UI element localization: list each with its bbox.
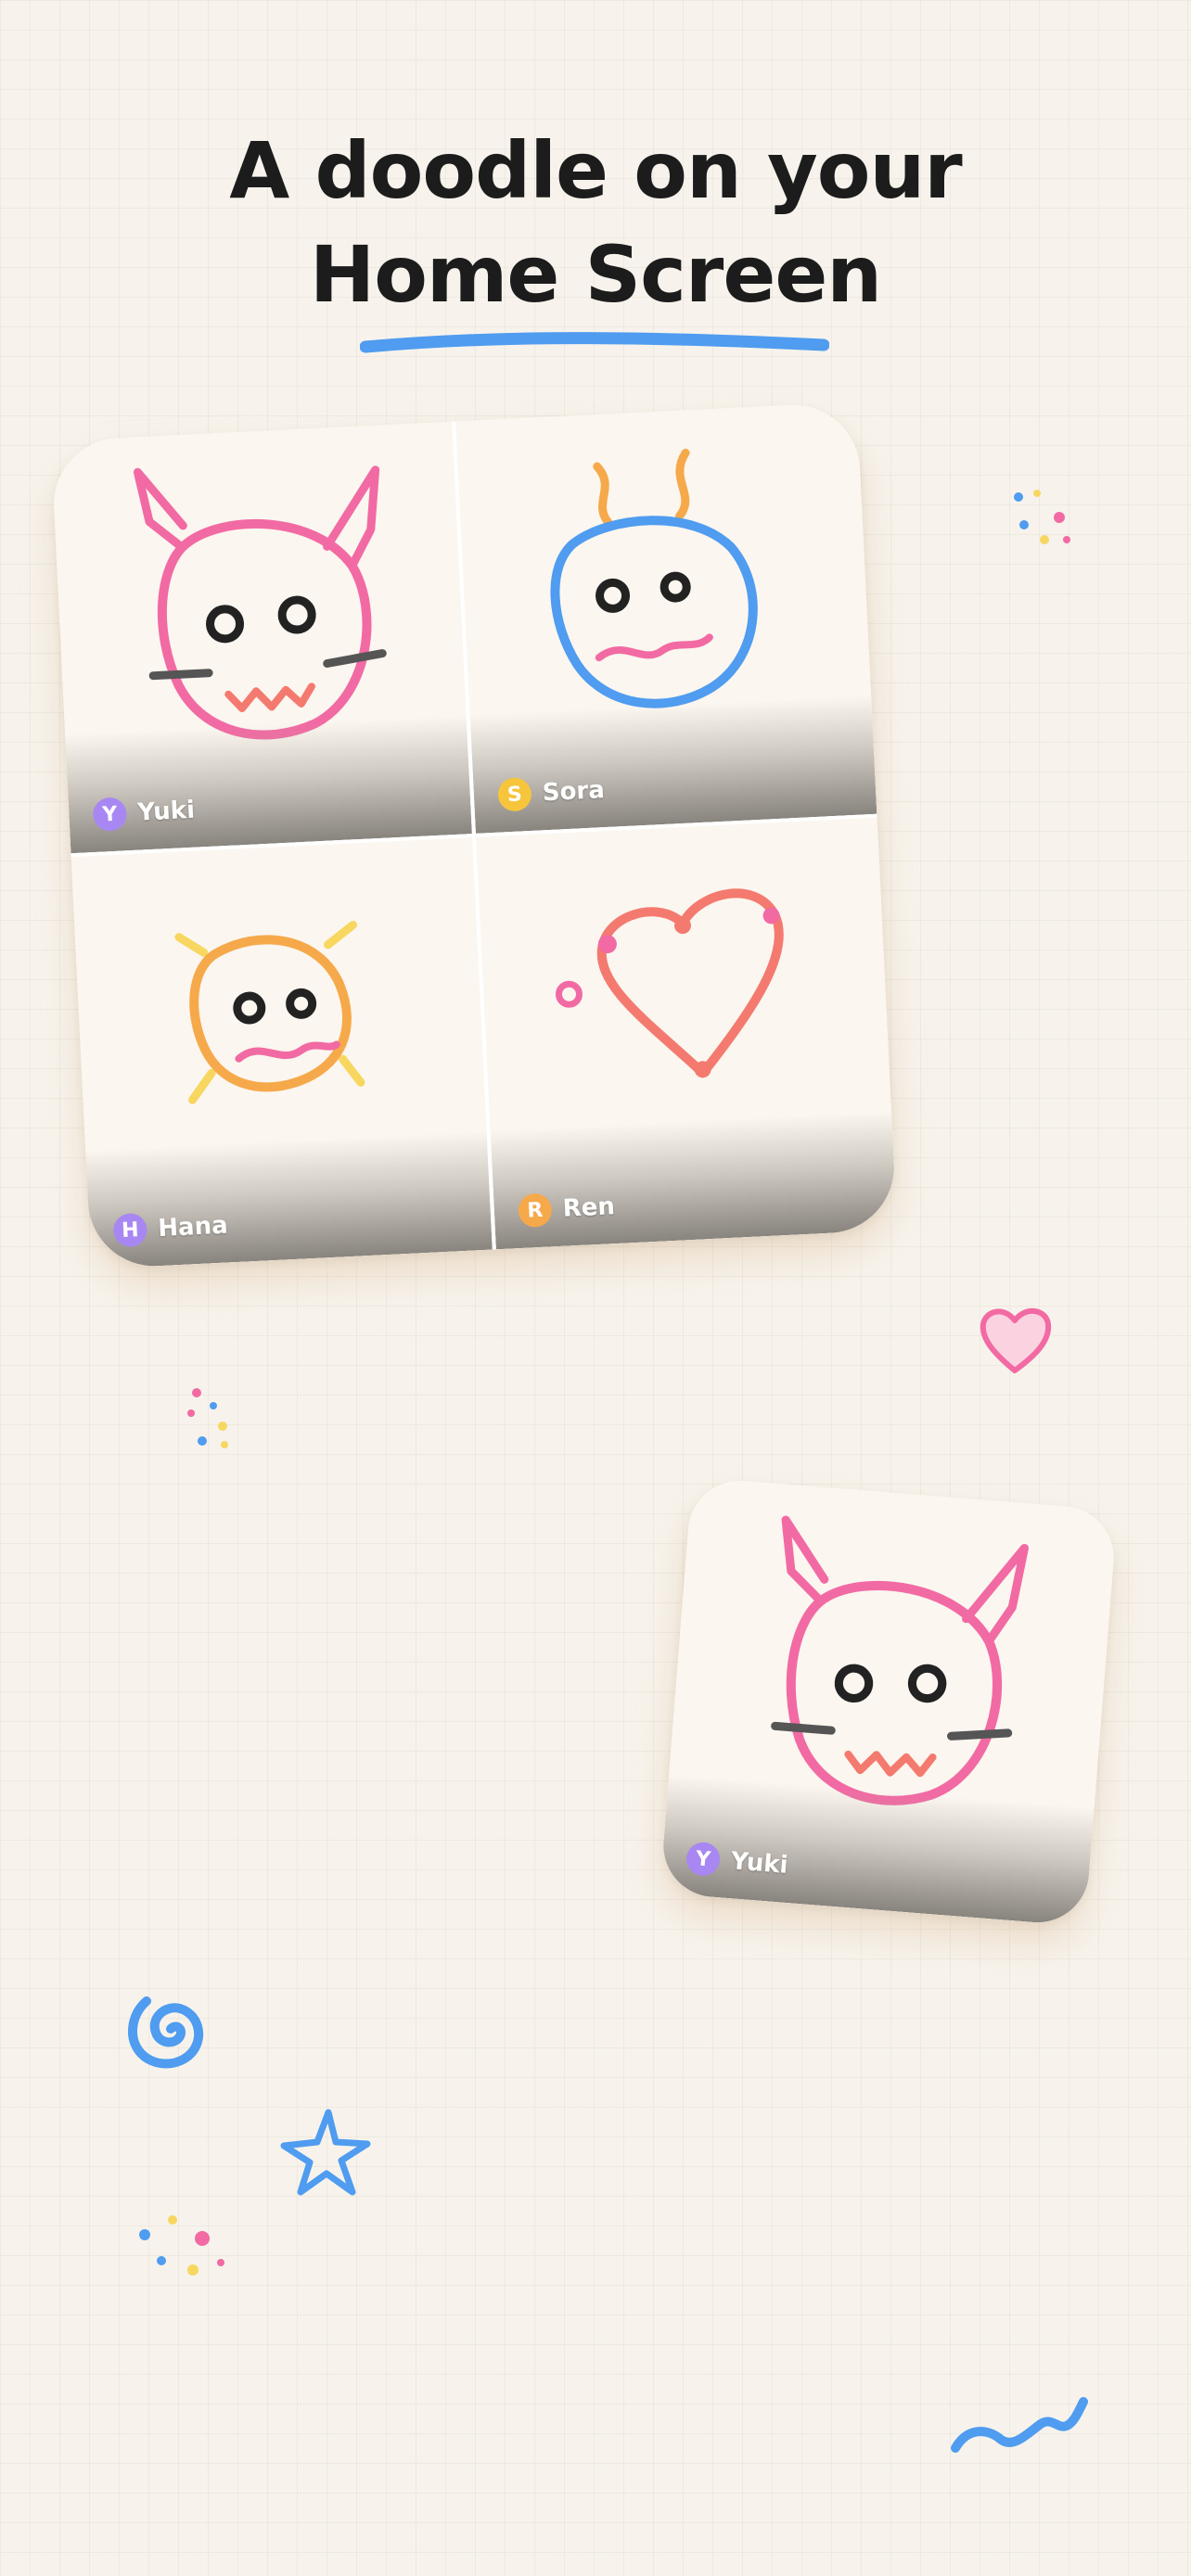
avatar: H xyxy=(112,1212,148,1248)
username: Yuki xyxy=(729,1847,789,1880)
tile-user: H Hana xyxy=(112,1208,229,1248)
tile-user: S Sora xyxy=(497,773,606,812)
headline-line-2: Home Screen xyxy=(309,229,882,320)
star-icon xyxy=(280,2109,371,2196)
tile-ren[interactable]: R Ren xyxy=(476,817,898,1250)
username: Yuki xyxy=(136,796,196,827)
confetti-dots-icon xyxy=(139,2215,224,2276)
confetti-dots-icon xyxy=(187,1388,228,1448)
tile-footer xyxy=(469,695,877,834)
avatar: Y xyxy=(92,797,128,833)
tile-user: R Ren xyxy=(517,1190,616,1229)
username: Hana xyxy=(157,1211,229,1243)
spiral-icon xyxy=(128,1996,204,2069)
tile-sora[interactable]: S Sora xyxy=(455,402,877,834)
username: Sora xyxy=(542,776,606,808)
squiggle-icon xyxy=(951,2397,1088,2453)
tile-footer xyxy=(65,715,472,854)
tile-yuki[interactable]: Y Yuki xyxy=(50,421,472,854)
tile-small-yuki[interactable]: Y Yuki xyxy=(660,1476,1118,1927)
tile-footer xyxy=(490,1111,898,1250)
headline-underline xyxy=(360,332,829,353)
headline-line-1: A doodle on your xyxy=(229,125,962,216)
username: Ren xyxy=(562,1192,616,1223)
tile-hana[interactable]: H Hana xyxy=(70,837,493,1269)
avatar: R xyxy=(517,1192,553,1229)
heart-icon xyxy=(980,1308,1052,1373)
widget-large[interactable]: Y Yuki S Sora H Hana R Ren xyxy=(50,402,898,1269)
tile-user: Y Yuki xyxy=(92,794,196,833)
widget-small[interactable]: Y Yuki xyxy=(660,1476,1118,1927)
confetti-dots-icon xyxy=(1014,490,1070,544)
avatar: Y xyxy=(685,1841,722,1878)
avatar: S xyxy=(497,776,532,812)
headline: A doodle on your Home Screen xyxy=(0,119,1191,326)
tile-footer xyxy=(85,1130,493,1269)
